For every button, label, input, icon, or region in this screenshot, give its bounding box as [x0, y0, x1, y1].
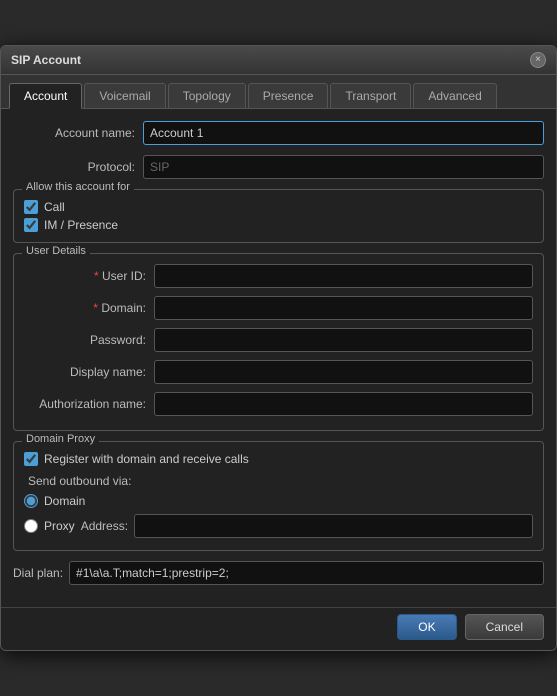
display-name-row: Display name:: [24, 360, 533, 384]
display-name-label: Display name:: [24, 365, 154, 379]
tab-topology[interactable]: Topology: [168, 83, 246, 108]
dialog-title: SIP Account: [11, 53, 81, 67]
proxy-radio[interactable]: [24, 519, 38, 533]
dial-plan-input[interactable]: [69, 561, 544, 585]
register-label: Register with domain and receive calls: [44, 452, 249, 466]
close-button[interactable]: ×: [530, 52, 546, 68]
call-checkbox[interactable]: [24, 200, 38, 214]
tab-advanced[interactable]: Advanced: [413, 83, 496, 108]
domain-row: Domain:: [24, 296, 533, 320]
im-label: IM / Presence: [44, 218, 118, 232]
account-name-label: Account name:: [13, 126, 143, 140]
register-checkbox[interactable]: [24, 452, 38, 466]
user-details-legend: User Details: [22, 245, 90, 257]
auth-name-input[interactable]: [154, 392, 533, 416]
address-label: Address:: [81, 519, 128, 533]
password-label: Password:: [24, 333, 154, 347]
tab-account[interactable]: Account: [9, 83, 82, 109]
cancel-button[interactable]: Cancel: [465, 614, 544, 640]
register-checkbox-row: Register with domain and receive calls: [24, 452, 533, 466]
send-outbound-label: Send outbound via:: [24, 474, 533, 488]
password-input[interactable]: [154, 328, 533, 352]
im-checkbox-row: IM / Presence: [24, 218, 533, 232]
user-details-section: User Details User ID: Domain: Password: …: [13, 253, 544, 431]
ok-button[interactable]: OK: [397, 614, 456, 640]
dial-plan-label: Dial plan:: [13, 566, 63, 580]
sip-account-dialog: SIP Account × Account Voicemail Topology…: [0, 45, 557, 651]
domain-radio-label: Domain: [44, 494, 85, 508]
tab-transport[interactable]: Transport: [330, 83, 411, 108]
domain-proxy-section: Domain Proxy Register with domain and re…: [13, 441, 544, 551]
protocol-label: Protocol:: [13, 160, 143, 174]
protocol-input[interactable]: [143, 155, 544, 179]
account-name-input[interactable]: [143, 121, 544, 145]
tab-presence[interactable]: Presence: [248, 83, 329, 108]
call-checkbox-row: Call: [24, 200, 533, 214]
display-name-input[interactable]: [154, 360, 533, 384]
button-bar: OK Cancel: [1, 607, 556, 650]
account-name-row: Account name:: [13, 121, 544, 145]
user-id-input[interactable]: [154, 264, 533, 288]
im-checkbox[interactable]: [24, 218, 38, 232]
domain-label: Domain:: [24, 301, 154, 315]
allow-section: Allow this account for Call IM / Presenc…: [13, 189, 544, 243]
dial-plan-row: Dial plan:: [13, 561, 544, 585]
domain-proxy-legend: Domain Proxy: [22, 433, 99, 445]
proxy-address-input[interactable]: [134, 514, 533, 538]
proxy-radio-label: Proxy: [44, 519, 75, 533]
call-label: Call: [44, 200, 65, 214]
user-id-row: User ID:: [24, 264, 533, 288]
tab-content: Account name: Protocol: Allow this accou…: [1, 109, 556, 607]
proxy-radio-row: Proxy Address:: [24, 514, 533, 538]
allow-legend: Allow this account for: [22, 181, 134, 193]
password-row: Password:: [24, 328, 533, 352]
title-bar: SIP Account ×: [1, 46, 556, 75]
protocol-row: Protocol:: [13, 155, 544, 179]
tabs-bar: Account Voicemail Topology Presence Tran…: [1, 75, 556, 109]
auth-name-row: Authorization name:: [24, 392, 533, 416]
domain-radio-row: Domain: [24, 494, 533, 508]
user-id-label: User ID:: [24, 269, 154, 283]
auth-name-label: Authorization name:: [24, 397, 154, 411]
tab-voicemail[interactable]: Voicemail: [84, 83, 165, 108]
domain-radio[interactable]: [24, 494, 38, 508]
domain-input[interactable]: [154, 296, 533, 320]
